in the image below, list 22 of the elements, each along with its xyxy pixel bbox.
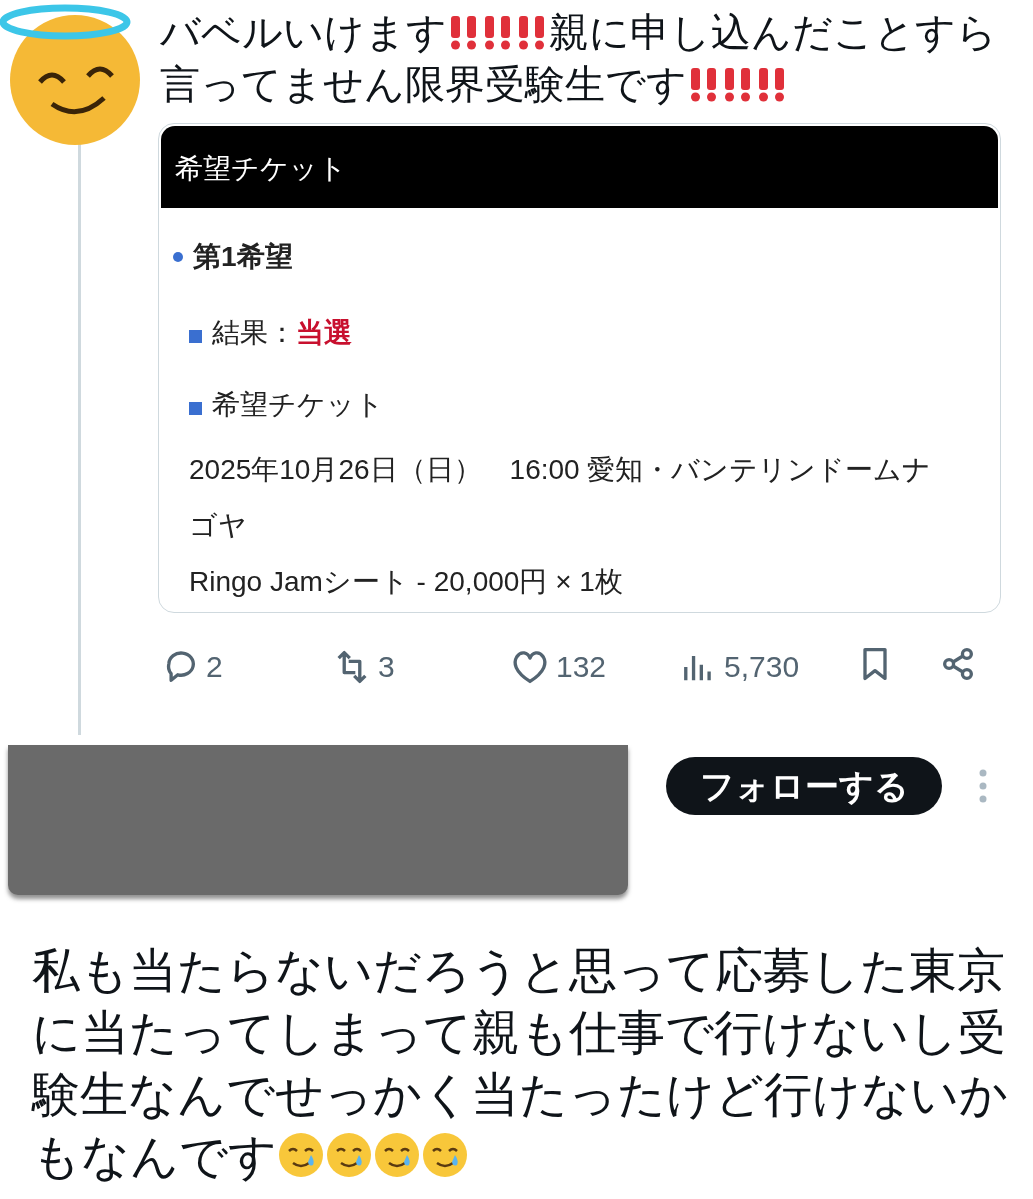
square-bullet-icon [189,329,202,343]
smiling-tear-emoji-icon [277,1131,325,1179]
ticket-detail: Ringo Jamシート - 20,000円 × 1枚 [189,565,624,599]
repost-button[interactable]: 3 [332,644,395,689]
choice-heading: 第1希望 [193,240,293,274]
result-label: 結果： [212,316,296,350]
square-bullet-icon [189,401,202,415]
post-text: バベルいけます 親に申し込んだことすら言ってません限界受験生です [160,9,998,108]
ticket-header: 希望チケット [161,126,998,208]
like-button[interactable]: 132 [510,644,607,689]
views-button[interactable]: 5,730 [678,644,800,689]
ticket-card[interactable]: 希望チケット 第1希望 結果：当選 希望チケット 2025年10月26日（日） 16:00 愛知・バンテリンドームナゴヤ Ringo Jamシート - 20,000円 × 1枚 [158,123,1001,613]
ticket-label: 希望チケット [212,388,384,422]
smiling-tear-emoji-icon [373,1131,421,1179]
bullet-icon [173,252,183,262]
smiling-tear-emoji-icon [421,1131,469,1179]
reply-button[interactable]: 2 [160,644,223,689]
smiling-tear-emoji-icon [325,1131,373,1179]
result-value: 当選 [296,316,352,350]
ticket-detail: 2025年10月26日（日） 16:00 愛知・バンテリンドームナゴヤ [189,453,933,543]
reply-text: 私も当たらないだろうと思って応募した東京に当たってしまって親も仕事で行けないし受験生なんでせっかく当たったけど行けないかもなんです [32,943,1009,1185]
follow-button[interactable]: フォローする [666,757,942,815]
